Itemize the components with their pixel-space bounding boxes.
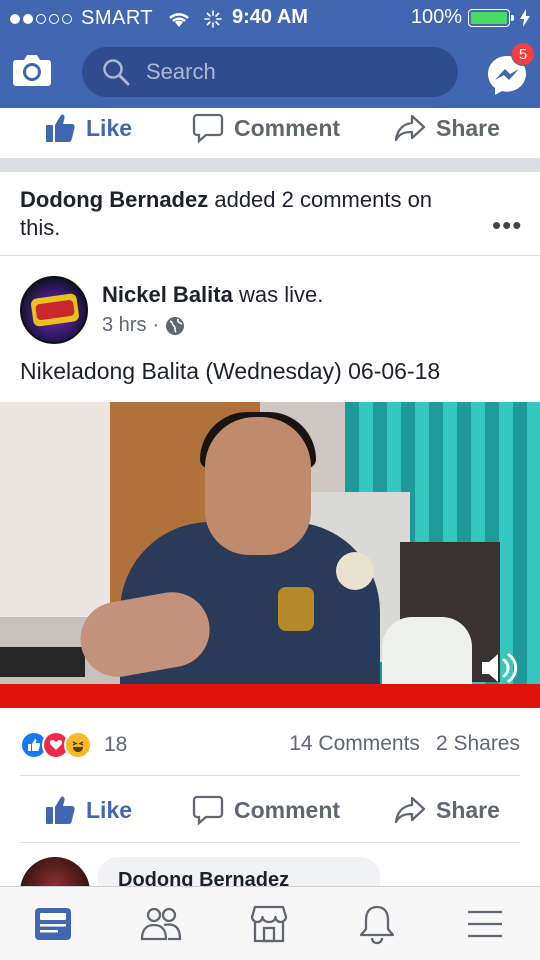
- share-icon: [394, 114, 426, 142]
- reaction-count: 18: [104, 733, 128, 756]
- notifications-icon[interactable]: [354, 901, 400, 947]
- story-actor[interactable]: Dodong Bernadez: [20, 187, 208, 212]
- thumbs-up-icon: [46, 796, 75, 824]
- search-bar[interactable]: [82, 47, 458, 97]
- battery-percent: 100%: [410, 6, 462, 28]
- comment-label: Comment: [234, 114, 341, 141]
- share-button[interactable]: Share: [394, 794, 500, 826]
- comment-icon: [192, 113, 224, 144]
- camera-icon[interactable]: [12, 52, 52, 88]
- shares-count[interactable]: 2 Shares: [436, 732, 520, 756]
- marketplace-icon[interactable]: [246, 901, 292, 947]
- search-input[interactable]: [146, 59, 446, 85]
- story-context: Dodong Bernadez added 2 comments on this…: [20, 186, 460, 242]
- feed-separator: [0, 158, 540, 172]
- comment-button[interactable]: Comment: [192, 112, 340, 144]
- engagement-counts: 14 Comments 2 Shares: [289, 732, 520, 756]
- like-button[interactable]: Like: [44, 112, 132, 144]
- status-bar: SMART 9:40 AM 100%: [0, 0, 540, 34]
- comment-label: Comment: [234, 796, 341, 823]
- haha-reaction-icon: [64, 731, 92, 759]
- bottom-tab-bar: [0, 886, 540, 960]
- top-bar: SMART 9:40 AM 100% Search 5: [0, 0, 540, 108]
- like-label: Like: [86, 796, 133, 823]
- post-meta: 3 hrs ·: [102, 314, 185, 337]
- volume-icon[interactable]: [478, 646, 522, 690]
- reaction-icons: [20, 731, 92, 759]
- battery-status: 100%: [411, 6, 530, 29]
- previous-post-actions: Like Comment Share: [0, 108, 540, 154]
- comment-preview: Dodong Bernadez: [0, 852, 540, 927]
- like-label: Like: [86, 114, 133, 141]
- post-actions: Like Comment Share: [0, 790, 540, 836]
- friends-icon[interactable]: [138, 901, 184, 947]
- live-video[interactable]: [0, 402, 540, 708]
- battery-icon: [468, 8, 514, 27]
- post-text: Nikeladong Balita (Wednesday) 06-06-18: [20, 358, 441, 384]
- post-author-line: Nickel Balita was live.: [102, 282, 323, 308]
- charging-icon: [520, 8, 530, 27]
- messenger-badge: 5: [511, 42, 535, 66]
- share-button[interactable]: Share: [394, 112, 500, 144]
- divider: [20, 775, 520, 776]
- comment-icon: [192, 795, 224, 826]
- video-progress-bar[interactable]: [0, 684, 540, 708]
- menu-icon[interactable]: [462, 901, 508, 947]
- meta-separator: ·: [152, 314, 160, 336]
- search-icon: [103, 59, 130, 86]
- post-time[interactable]: 3 hrs: [102, 314, 146, 337]
- divider: [20, 842, 520, 843]
- live-status: was live.: [232, 282, 324, 307]
- reactions-summary[interactable]: 18 14 Comments 2 Shares: [20, 728, 520, 762]
- comments-count[interactable]: 14 Comments: [289, 732, 420, 756]
- globe-icon: [166, 316, 185, 335]
- share-label: Share: [436, 796, 500, 823]
- thumbs-up-icon: [46, 114, 75, 142]
- share-label: Share: [436, 114, 500, 141]
- share-icon: [394, 796, 426, 824]
- divider: [0, 255, 540, 256]
- like-button[interactable]: Like: [44, 794, 132, 826]
- page-avatar[interactable]: [20, 276, 88, 344]
- comment-button[interactable]: Comment: [192, 794, 340, 826]
- news-feed-icon[interactable]: [30, 901, 76, 947]
- more-options-icon[interactable]: •••: [492, 210, 522, 241]
- page-name[interactable]: Nickel Balita: [102, 282, 233, 307]
